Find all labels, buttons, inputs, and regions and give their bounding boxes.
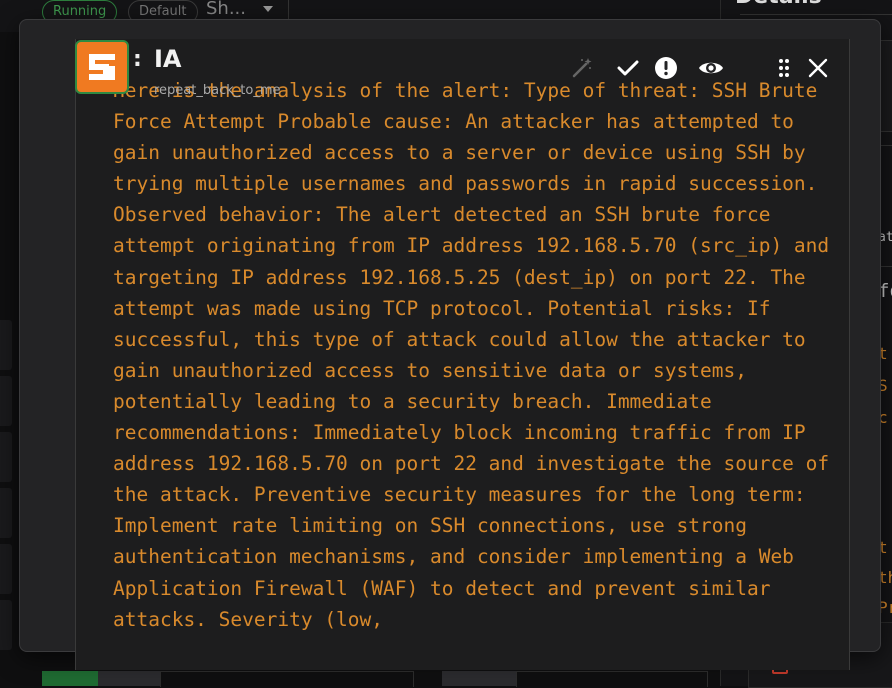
divider <box>740 14 892 15</box>
bottom-field <box>516 671 708 687</box>
workspace-dropdown[interactable]: Sh... <box>206 0 246 19</box>
magic-wand-icon[interactable] <box>570 56 594 80</box>
close-icon[interactable] <box>806 56 830 80</box>
title-separator: : <box>133 47 142 72</box>
logo-mark-icon <box>89 54 115 80</box>
bottom-tab[interactable] <box>442 671 516 686</box>
modal-subtitle: repeat_back_to_me <box>154 83 281 98</box>
analysis-text: Here is the analysis of the alert: Type … <box>113 79 841 631</box>
bottom-tab-active[interactable] <box>42 671 98 686</box>
bottom-tab[interactable] <box>98 671 160 686</box>
details-title: Details <box>735 0 822 9</box>
analysis-panel: Here is the analysis of the alert: Type … <box>75 39 850 670</box>
app-logo <box>75 40 129 94</box>
chevron-down-icon[interactable] <box>263 6 273 12</box>
bottom-field <box>160 671 414 687</box>
drag-handle-icon[interactable] <box>772 56 796 80</box>
divider <box>288 0 289 20</box>
analysis-modal: Here is the analysis of the alert: Type … <box>19 19 881 670</box>
modal-title: IA <box>154 45 182 73</box>
alert-icon[interactable] <box>654 56 678 80</box>
eye-icon[interactable] <box>698 56 723 80</box>
check-icon[interactable] <box>616 56 640 80</box>
